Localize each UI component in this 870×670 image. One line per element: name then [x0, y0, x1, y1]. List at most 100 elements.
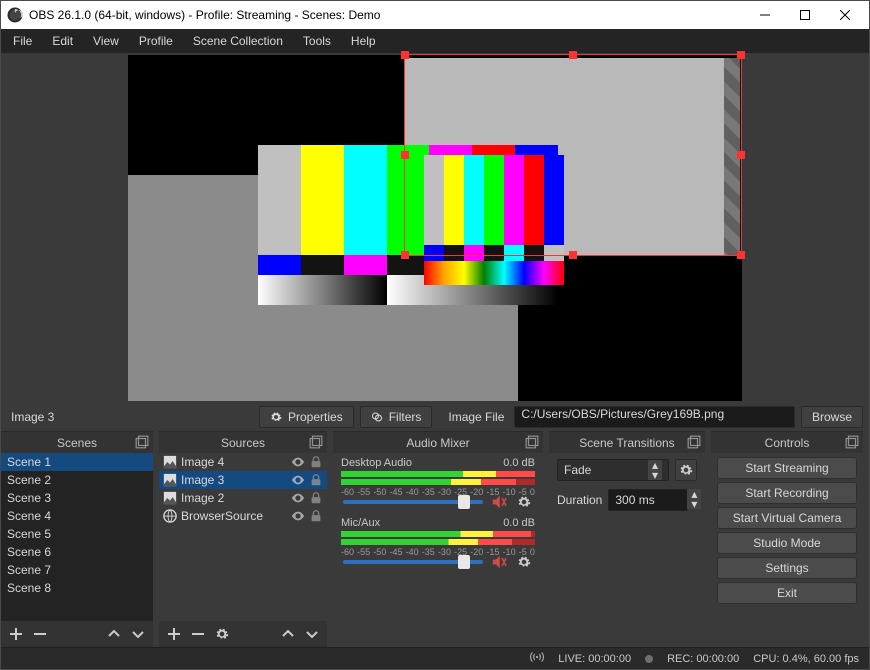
scene-add-button[interactable] — [5, 623, 27, 645]
window-close-button[interactable] — [825, 1, 865, 29]
selection-handle-e[interactable] — [737, 151, 745, 159]
source-item[interactable]: BrowserSource — [159, 507, 327, 525]
scene-transitions-body: Fade ▴▾ Duration 300 ms ▴▾ — [549, 453, 705, 517]
sources-list[interactable]: Image 4 Image 3 Image 2 BrowserSource — [159, 453, 327, 621]
mute-button[interactable] — [491, 555, 507, 569]
status-rec-time: REC: 00:00:00 — [667, 653, 739, 665]
menu-tools[interactable]: Tools — [293, 29, 341, 53]
popout-icon[interactable] — [845, 435, 859, 449]
scene-item[interactable]: Scene 8 — [1, 579, 153, 597]
source-properties-button[interactable] — [211, 623, 233, 645]
control-button-exit[interactable]: Exit — [717, 582, 857, 604]
transition-select[interactable]: Fade ▴▾ — [557, 459, 669, 481]
chevron-down-icon: ▾ — [648, 470, 662, 480]
control-button-start-virtual-camera[interactable]: Start Virtual Camera — [717, 507, 857, 529]
window-titlebar: OBS 26.1.0 (64-bit, windows) - Profile: … — [1, 1, 869, 29]
lock-toggle[interactable] — [309, 473, 323, 487]
spin-down-button[interactable]: ▾ — [687, 499, 701, 509]
selection-handle-w[interactable] — [401, 151, 409, 159]
controls-dock: Controls Start Streaming Start Recording S… — [711, 431, 863, 647]
selection-handle-n[interactable] — [569, 51, 577, 59]
source-item[interactable]: Image 2 — [159, 489, 327, 507]
scene-move-up-button[interactable] — [103, 623, 125, 645]
menu-view[interactable]: View — [83, 29, 129, 53]
image-file-path[interactable]: C:/Users/OBS/Pictures/Grey169B.png — [514, 406, 795, 428]
source-name: Image 3 — [181, 473, 287, 487]
browse-button[interactable]: Browse — [801, 406, 863, 428]
menu-bar: File Edit View Profile Scene Collection … — [1, 29, 869, 53]
scene-item[interactable]: Scene 2 — [1, 471, 153, 489]
scenes-dock-header[interactable]: Scenes — [1, 431, 153, 453]
selection-handle-nw[interactable] — [401, 51, 409, 59]
audio-mixer-body: Desktop Audio 0.0 dB -60-55-50-45-40-35-30… — [333, 453, 543, 647]
lock-toggle[interactable] — [309, 509, 323, 523]
globe-icon — [163, 509, 177, 523]
selection-bounds[interactable] — [404, 54, 742, 256]
menu-help[interactable]: Help — [341, 29, 386, 53]
source-move-up-button[interactable] — [277, 623, 299, 645]
scene-item[interactable]: Scene 5 — [1, 525, 153, 543]
scene-item[interactable]: Scene 7 — [1, 561, 153, 579]
control-button-start-streaming[interactable]: Start Streaming — [717, 457, 857, 479]
visibility-toggle[interactable] — [291, 509, 305, 523]
source-property-bar: Image 3 Properties Filters Image File C:… — [1, 403, 869, 431]
selection-handle-s[interactable] — [569, 251, 577, 259]
scene-remove-button[interactable] — [29, 623, 51, 645]
selection-handle-sw[interactable] — [401, 251, 409, 259]
gear-icon — [270, 411, 282, 423]
source-name: Image 4 — [181, 455, 287, 469]
source-item[interactable]: Image 3 — [159, 471, 327, 489]
scene-move-down-button[interactable] — [127, 623, 149, 645]
scene-transitions-dock: Scene Transitions Fade ▴▾ Duration 300 m… — [549, 431, 705, 647]
mixer-channel-db: 0.0 dB — [503, 457, 535, 469]
menu-profile[interactable]: Profile — [129, 29, 183, 53]
transition-duration-input[interactable]: 300 ms — [608, 489, 688, 511]
selection-handle-se[interactable] — [737, 251, 745, 259]
image-icon — [163, 491, 177, 505]
scene-item[interactable]: Scene 3 — [1, 489, 153, 507]
scenes-list[interactable]: Scene 1Scene 2Scene 3Scene 4Scene 5Scene… — [1, 453, 153, 621]
popout-icon[interactable] — [525, 435, 539, 449]
visibility-toggle[interactable] — [291, 473, 305, 487]
scene-item[interactable]: Scene 1 — [1, 453, 153, 471]
volume-slider[interactable] — [343, 560, 483, 564]
source-remove-button[interactable] — [187, 623, 209, 645]
source-move-down-button[interactable] — [301, 623, 323, 645]
window-maximize-button[interactable] — [785, 1, 825, 29]
selection-handle-ne[interactable] — [737, 51, 745, 59]
window-minimize-button[interactable] — [745, 1, 785, 29]
popout-icon[interactable] — [687, 435, 701, 449]
source-item[interactable]: Image 4 — [159, 453, 327, 471]
source-add-button[interactable] — [163, 623, 185, 645]
transition-duration-label: Duration — [557, 493, 602, 507]
control-button-studio-mode[interactable]: Studio Mode — [717, 532, 857, 554]
menu-scene-collection[interactable]: Scene Collection — [183, 29, 293, 53]
mute-button[interactable] — [491, 495, 507, 509]
control-button-settings[interactable]: Settings — [717, 557, 857, 579]
audio-meter: -60-55-50-45-40-35-30-25-20-15-10-50 — [341, 531, 535, 551]
menu-edit[interactable]: Edit — [42, 29, 83, 53]
properties-button[interactable]: Properties — [259, 406, 354, 428]
filters-button[interactable]: Filters — [360, 406, 433, 428]
program-preview[interactable] — [1, 53, 869, 403]
popout-icon[interactable] — [309, 435, 323, 449]
menu-file[interactable]: File — [3, 29, 42, 53]
source-name: Image 2 — [181, 491, 287, 505]
scene-transitions-header[interactable]: Scene Transitions — [549, 431, 705, 453]
image-file-label: Image File — [438, 410, 508, 424]
transition-settings-button[interactable] — [675, 459, 697, 481]
audio-mixer-header[interactable]: Audio Mixer — [333, 431, 543, 453]
lock-toggle[interactable] — [309, 491, 323, 505]
visibility-toggle[interactable] — [291, 455, 305, 469]
mixer-channel-name: Desktop Audio — [341, 457, 412, 469]
popout-icon[interactable] — [135, 435, 149, 449]
volume-slider[interactable] — [343, 500, 483, 504]
visibility-toggle[interactable] — [291, 491, 305, 505]
control-button-start-recording[interactable]: Start Recording — [717, 482, 857, 504]
lock-toggle[interactable] — [309, 455, 323, 469]
controls-header[interactable]: Controls — [711, 431, 863, 453]
scene-item[interactable]: Scene 4 — [1, 507, 153, 525]
sources-dock-header[interactable]: Sources — [159, 431, 327, 453]
scene-item[interactable]: Scene 6 — [1, 543, 153, 561]
preview-canvas[interactable] — [128, 55, 742, 401]
